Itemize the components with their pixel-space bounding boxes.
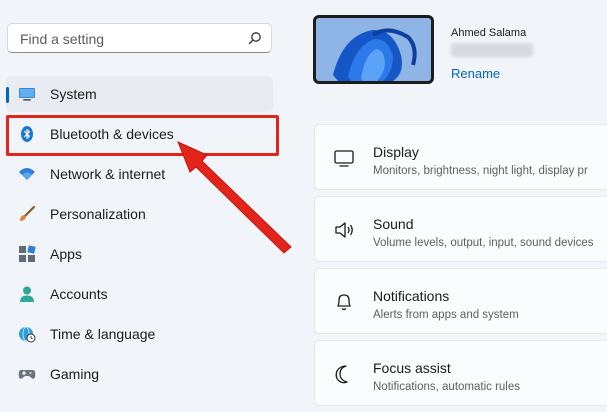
sidebar-item-label: Gaming bbox=[50, 366, 100, 382]
card-description: Monitors, brightness, night light, displ… bbox=[373, 165, 588, 177]
sidebar-item-accounts[interactable]: Accounts bbox=[6, 276, 273, 312]
sidebar-item-label: Personalization bbox=[50, 206, 146, 222]
monitor-icon bbox=[19, 88, 35, 101]
sidebar-item-label: Apps bbox=[50, 246, 82, 262]
card-description: Notifications, automatic rules bbox=[373, 381, 521, 393]
speaker-icon bbox=[335, 222, 353, 238]
gamepad-icon bbox=[18, 370, 36, 379]
sidebar-item-label: Time & language bbox=[50, 326, 156, 342]
wifi-icon bbox=[19, 168, 35, 180]
sidebar-item-label: Network & internet bbox=[50, 166, 166, 182]
search-box[interactable] bbox=[7, 23, 272, 53]
settings-cards: Display Monitors, brightness, night ligh… bbox=[314, 124, 607, 412]
brush-icon bbox=[20, 205, 36, 221]
globe-clock-icon bbox=[19, 326, 36, 343]
sidebar-item-time-language[interactable]: Time & language bbox=[6, 316, 273, 352]
card-sound[interactable]: Sound Volume levels, output, input, soun… bbox=[314, 196, 607, 262]
profile-name: Ahmed Salama bbox=[451, 27, 527, 39]
sidebar-item-apps[interactable]: Apps bbox=[6, 236, 273, 272]
bloom-wallpaper-image bbox=[316, 18, 431, 81]
sidebar-item-personalization[interactable]: Personalization bbox=[6, 196, 273, 232]
sidebar-item-system[interactable]: System bbox=[6, 76, 273, 112]
settings-sidebar: System Bluetooth & devices Network & int… bbox=[0, 0, 300, 395]
redacted-device-name bbox=[451, 43, 533, 57]
sidebar-item-network-internet[interactable]: Network & internet bbox=[6, 156, 273, 192]
card-focus-assist[interactable]: Focus assist Notifications, automatic ru… bbox=[314, 340, 607, 406]
card-title: Sound bbox=[373, 216, 414, 232]
display-icon bbox=[334, 150, 354, 167]
annotation-highlight-box bbox=[6, 115, 279, 156]
card-title: Focus assist bbox=[373, 360, 451, 376]
card-description: Alerts from apps and system bbox=[373, 309, 519, 321]
sidebar-item-label: Accounts bbox=[50, 286, 108, 302]
sidebar-item-label: System bbox=[50, 86, 97, 102]
card-notifications[interactable]: Notifications Alerts from apps and syste… bbox=[314, 268, 607, 334]
search-input[interactable] bbox=[18, 29, 242, 49]
card-display[interactable]: Display Monitors, brightness, night ligh… bbox=[314, 124, 607, 190]
card-title: Notifications bbox=[373, 288, 450, 304]
moon-icon bbox=[335, 365, 348, 384]
card-title: Display bbox=[373, 144, 419, 160]
card-description: Volume levels, output, input, sound devi… bbox=[373, 237, 594, 249]
person-icon bbox=[20, 286, 34, 302]
sidebar-item-gaming[interactable]: Gaming bbox=[6, 356, 273, 392]
search-icon[interactable] bbox=[248, 31, 262, 45]
device-wallpaper-thumbnail bbox=[313, 15, 434, 84]
rename-link[interactable]: Rename bbox=[451, 66, 500, 81]
apps-icon bbox=[19, 245, 36, 262]
bell-icon bbox=[337, 294, 351, 311]
